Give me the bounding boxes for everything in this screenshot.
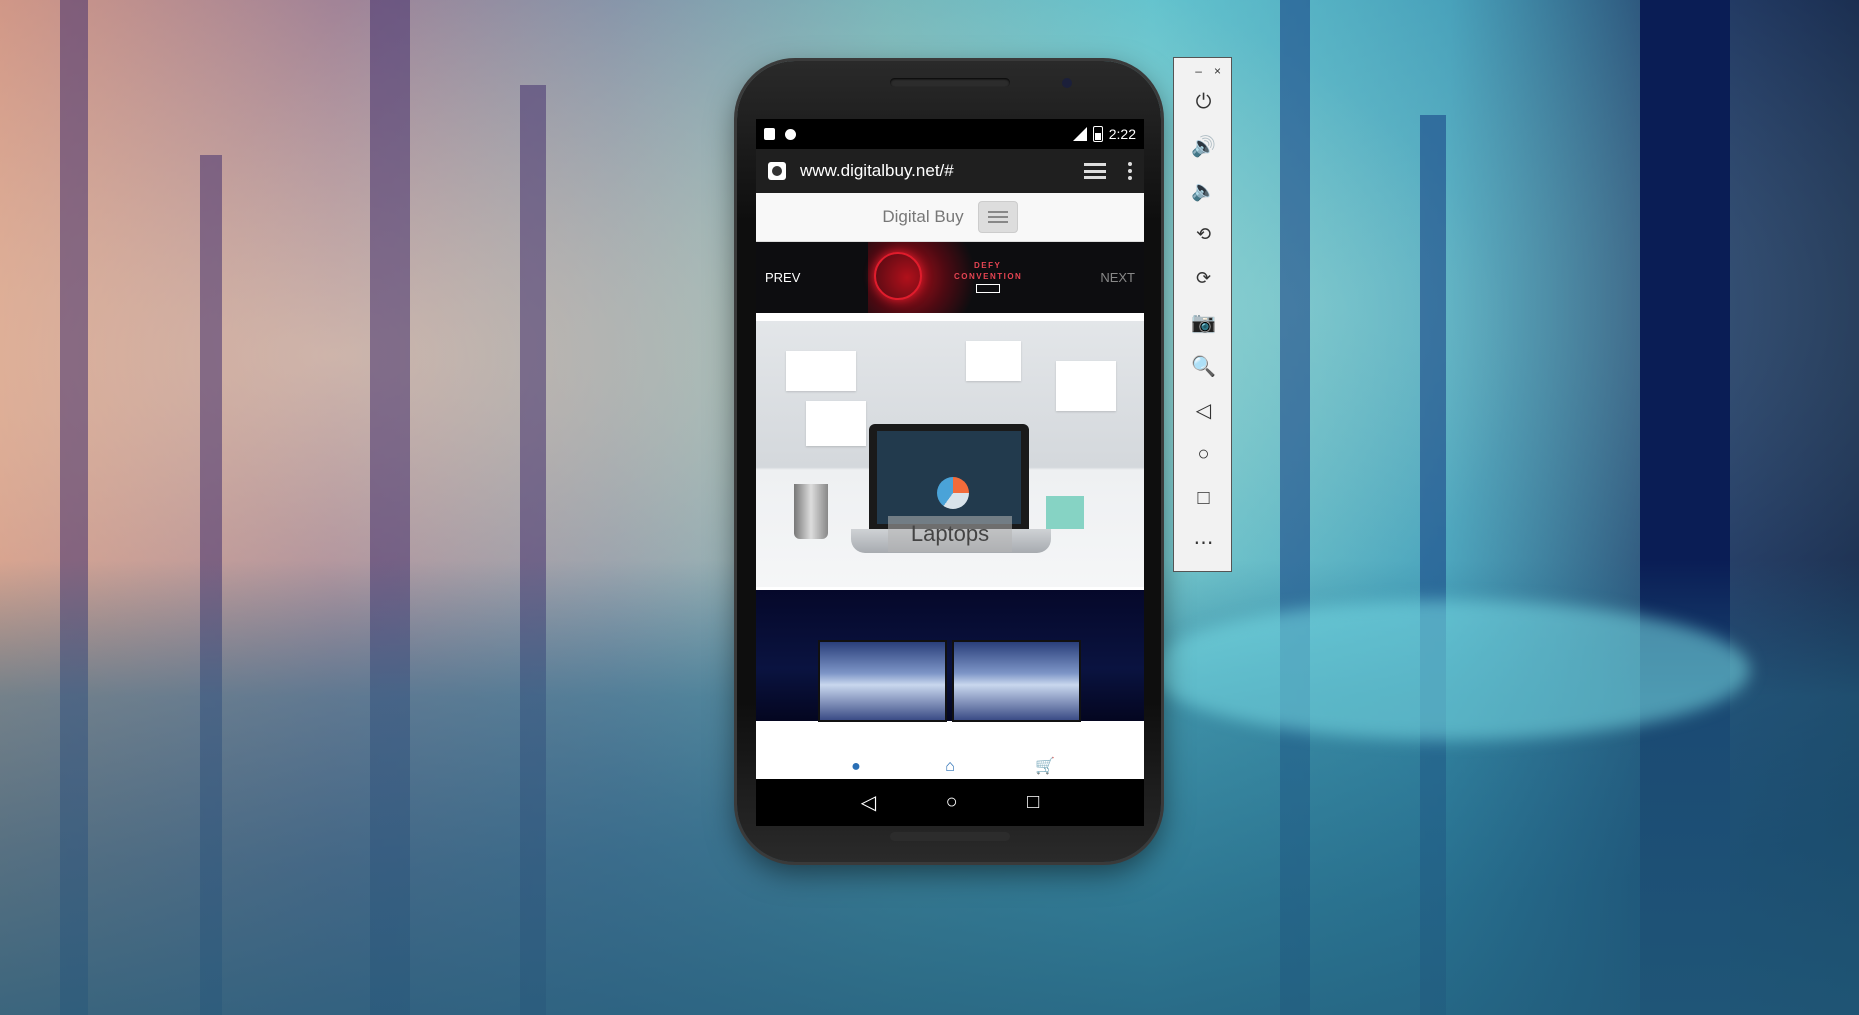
wall-note (966, 341, 1021, 381)
minimize-button[interactable]: – (1195, 64, 1202, 78)
site-bottom-nav: ● ⌂ 🛒 (756, 742, 1144, 779)
carousel-prev-button[interactable]: PREV (765, 270, 800, 285)
info-icon[interactable]: ● (847, 758, 865, 776)
wallpaper-water (1150, 600, 1750, 740)
power-icon[interactable]: ⏻ (1174, 80, 1233, 124)
promo-carousel: PREV DEFY CONVENTION NEXT (756, 242, 1144, 313)
wall-note (786, 351, 856, 391)
zoom-icon[interactable]: 🔍 (1174, 344, 1233, 388)
earpiece (890, 78, 1010, 87)
web-content[interactable]: Digital Buy PREV DEFY CONVENTION NEXT La… (756, 193, 1144, 779)
carousel-next-button[interactable]: NEXT (1100, 270, 1135, 285)
site-brand[interactable]: Digital Buy (882, 207, 963, 227)
wall-note (1056, 361, 1116, 411)
status-bar: 2:22 (756, 119, 1144, 149)
nav-back-button[interactable]: ◁ (861, 790, 876, 815)
phone-frame: 2:22 www.digitalbuy.net/# Digital Buy PR… (737, 61, 1161, 862)
overview-icon[interactable]: □ (1174, 476, 1233, 520)
close-button[interactable]: × (1214, 64, 1221, 78)
home-icon[interactable]: ○ (1174, 432, 1233, 476)
rotate-right-icon[interactable]: ⟳ (1174, 256, 1233, 300)
spacer (756, 313, 1144, 321)
banner-cta[interactable] (976, 284, 1000, 293)
banner-text: DEFY CONVENTION (954, 260, 1022, 282)
signal-icon (1072, 127, 1087, 141)
battery-icon (1092, 126, 1103, 142)
laptop-display (877, 431, 1021, 524)
bottom-speaker (890, 832, 1010, 841)
banner-line-1: DEFY (974, 261, 1002, 270)
category-caption[interactable]: Laptops (888, 516, 1012, 552)
teal-box (1046, 496, 1084, 529)
volume-down-icon[interactable]: 🔈 (1174, 168, 1233, 212)
monitor (952, 640, 1081, 722)
wall-note (806, 401, 866, 446)
home-icon[interactable]: ⌂ (941, 758, 959, 776)
android-icon (785, 128, 796, 140)
site-navbar: Digital Buy (756, 193, 1144, 242)
mug (794, 484, 828, 539)
sd-card-icon (764, 128, 775, 140)
toolbar-window-controls: – × (1174, 58, 1231, 80)
banner-line-2: CONVENTION (954, 272, 1023, 281)
monitor (818, 640, 947, 722)
nav-home-button[interactable]: ○ (946, 791, 958, 814)
camera-icon[interactable]: 📷 (1174, 300, 1233, 344)
laptops-category-image[interactable]: Laptops (756, 321, 1144, 587)
status-time: 2:22 (1108, 126, 1136, 142)
android-nav-bar: ◁ ○ □ (756, 779, 1144, 826)
back-icon[interactable]: ◁ (1174, 388, 1233, 432)
volume-up-icon[interactable]: 🔊 (1174, 124, 1233, 168)
rotate-left-icon[interactable]: ⟲ (1174, 212, 1233, 256)
emulator-toolbar: – × ⏻ 🔊 🔈 ⟲ ⟳ 📷 🔍 ◁ ○ □ ⋯ (1173, 57, 1232, 572)
monitors-category-image[interactable] (756, 590, 1144, 722)
browser-menu-icon[interactable] (1128, 162, 1132, 180)
pie-chart-graphic (937, 477, 969, 509)
more-icon[interactable]: ⋯ (1174, 520, 1233, 564)
phone-screen[interactable]: 2:22 www.digitalbuy.net/# Digital Buy PR… (756, 119, 1144, 826)
url-bar[interactable]: www.digitalbuy.net/# (800, 161, 1084, 181)
browser-toolbar: www.digitalbuy.net/# (756, 149, 1144, 193)
laptop (869, 424, 1029, 529)
nav-toggle-button[interactable] (977, 201, 1018, 233)
nav-recents-button[interactable]: □ (1027, 791, 1039, 814)
site-favicon (768, 162, 786, 180)
tabs-icon[interactable] (1084, 163, 1106, 179)
cart-icon[interactable]: 🛒 (1035, 758, 1055, 776)
front-camera (1062, 78, 1072, 88)
radeon-logo (874, 252, 922, 300)
